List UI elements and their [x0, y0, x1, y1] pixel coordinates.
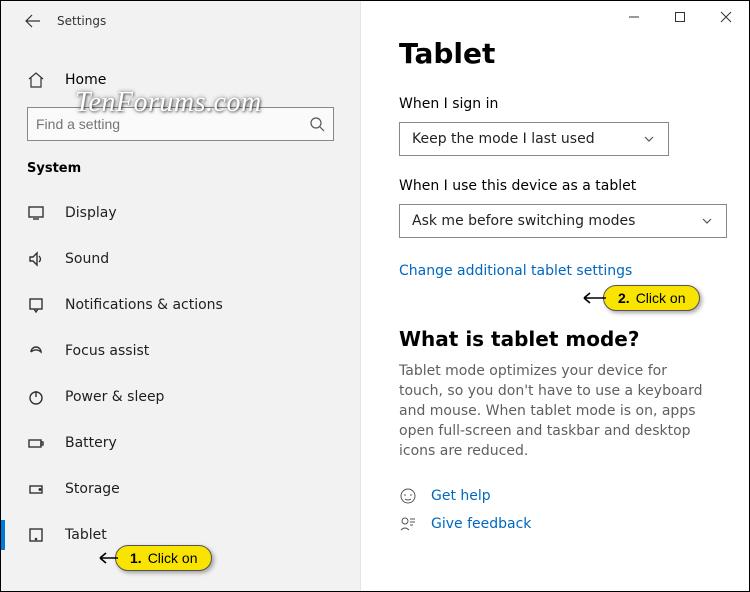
device-select[interactable]: Ask me before switching modes [399, 204, 727, 238]
window-controls [611, 1, 749, 33]
back-button[interactable] [15, 1, 51, 41]
search-icon [309, 116, 325, 132]
power-icon [27, 388, 45, 406]
search-row [1, 101, 360, 151]
sidebar-item-battery[interactable]: Battery [1, 420, 360, 466]
sidebar-item-sound[interactable]: Sound [1, 236, 360, 282]
get-help-link[interactable]: Get help [399, 487, 711, 505]
device-value: Ask me before switching modes [412, 213, 635, 229]
storage-icon [27, 480, 45, 498]
maximize-button[interactable] [657, 1, 703, 33]
signin-select[interactable]: Keep the mode I last used [399, 122, 669, 156]
callout-2-num: 2. [618, 290, 630, 306]
home-icon [27, 71, 45, 89]
feedback-icon [399, 515, 417, 533]
battery-icon [27, 434, 45, 452]
signin-label: When I sign in [399, 96, 711, 112]
arrow-left-icon [578, 290, 606, 306]
section-label: System [1, 151, 360, 184]
help-label: Get help [431, 488, 491, 504]
home-label: Home [65, 72, 106, 88]
sidebar-item-storage[interactable]: Storage [1, 466, 360, 512]
sidebar-item-notifications[interactable]: Notifications & actions [1, 282, 360, 328]
search-box[interactable] [27, 107, 334, 141]
nav: Display Sound Notifications & actions Fo… [1, 190, 360, 591]
sidebar-item-label: Sound [65, 251, 109, 267]
page-title: Tablet [399, 37, 711, 70]
callout-1: 1. Click on [115, 545, 212, 571]
signin-value: Keep the mode I last used [412, 131, 595, 147]
sidebar-item-label: Display [65, 205, 117, 221]
notifications-icon [27, 296, 45, 314]
display-icon [27, 204, 45, 222]
change-settings-link[interactable]: Change additional tablet settings [399, 263, 632, 279]
sidebar-item-label: Notifications & actions [65, 297, 223, 313]
sidebar-item-label: Focus assist [65, 343, 149, 359]
sidebar: Settings Home System Display [1, 1, 361, 591]
device-label: When I use this device as a tablet [399, 178, 711, 194]
arrow-left-icon [94, 550, 118, 566]
close-button[interactable] [703, 1, 749, 33]
sidebar-item-display[interactable]: Display [1, 190, 360, 236]
search-input[interactable] [36, 116, 309, 132]
titlebar: Settings [1, 1, 360, 41]
tablet-icon [27, 526, 45, 544]
sound-icon [27, 250, 45, 268]
sidebar-item-label: Tablet [65, 527, 107, 543]
sidebar-item-label: Storage [65, 481, 120, 497]
focus-assist-icon [27, 342, 45, 360]
window-title: Settings [57, 14, 106, 28]
sidebar-item-focus-assist[interactable]: Focus assist [1, 328, 360, 374]
sidebar-item-label: Battery [65, 435, 117, 451]
give-feedback-link[interactable]: Give feedback [399, 515, 711, 533]
callout-1-num: 1. [130, 550, 142, 566]
chevron-down-icon [642, 132, 656, 146]
home-button[interactable]: Home [1, 59, 360, 101]
help-links: Get help Give feedback [399, 487, 711, 533]
callout-1-text: Click on [148, 550, 198, 566]
callout-2-text: Click on [636, 290, 686, 306]
help-icon [399, 487, 417, 505]
chevron-down-icon [700, 214, 714, 228]
minimize-button[interactable] [611, 1, 657, 33]
feedback-label: Give feedback [431, 516, 531, 532]
info-body: Tablet mode optimizes your device for to… [399, 361, 711, 461]
info-heading: What is tablet mode? [399, 327, 711, 351]
callout-2: 2. Click on [603, 285, 700, 311]
sidebar-item-label: Power & sleep [65, 389, 164, 405]
sidebar-item-power[interactable]: Power & sleep [1, 374, 360, 420]
